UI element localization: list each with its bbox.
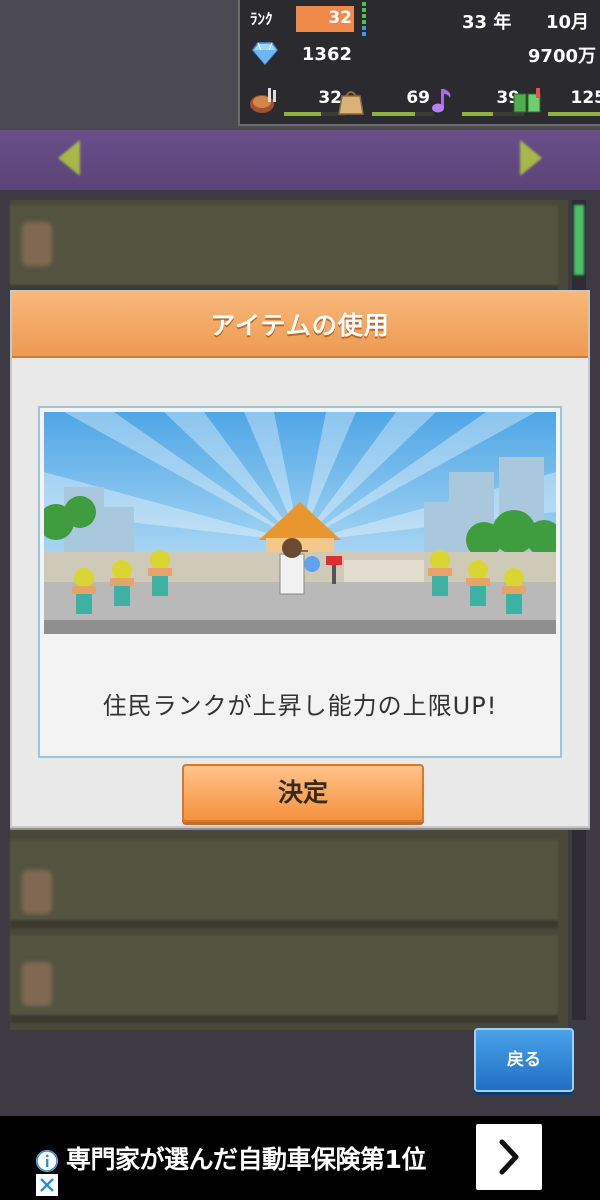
stat-bar-fill [372,112,416,116]
gem-icon [252,42,278,66]
rank-label: ﾗﾝｸ [250,10,273,28]
music-note-icon [432,89,451,113]
month-label: 10月 [546,12,590,33]
scrollbar-thumb [574,205,584,275]
prev-arrow-icon [58,140,80,176]
rank-progress-icon [362,2,368,38]
chevron-right-icon [499,1139,519,1175]
dialog-content: 住民ランクが上昇し能力の上限UP! [38,406,562,758]
stat-bar [548,112,600,116]
list-item [10,205,558,293]
stat-value: 69 [406,88,430,108]
dialog-header: アイテムの使用 [12,292,588,358]
character-icon [22,222,52,266]
dialog-message: 住民ランクが上昇し能力の上限UP! [102,692,498,720]
year-label: 33 年 [462,12,512,33]
back-button-label: 戻る [507,1050,541,1070]
dialog-title: アイテムの使用 [210,311,390,340]
stat-value: 39 [496,88,520,108]
stat-value: 125 [570,88,600,108]
stat-value: 32 [318,88,342,108]
stat-bar-fill [548,112,600,116]
item-use-dialog: アイテムの使用 住民ランクが上昇し能力の上限UP! 決定 [10,290,590,828]
ad-text[interactable]: 専門家が選んだ自動車保険第1位 [66,1140,426,1176]
list-item [10,840,558,928]
book-icon [513,88,541,113]
stats-row: 32 69 39 125 [240,84,600,124]
stat-bar-fill [462,112,493,116]
stat-bar [372,112,434,116]
food-icon [250,88,276,113]
gem-count: 1362 [301,44,352,65]
next-arrow-icon [520,140,542,176]
ad-open-button[interactable] [476,1124,542,1190]
character-icon [22,962,52,1006]
confirm-button[interactable]: 決定 [182,764,424,822]
character-icon [22,870,52,914]
stat-bar-fill [284,112,322,116]
money-amount: 9700万 [527,46,596,67]
rank-value: 32 [328,8,352,28]
info-icon[interactable] [36,1150,58,1172]
bag-icon [338,91,364,115]
ad-close-icon[interactable] [36,1174,58,1196]
confirm-button-label: 決定 [277,778,328,807]
category-bar [0,130,600,190]
back-button[interactable]: 戻る [474,1028,574,1092]
list-item [10,935,558,1023]
celebration-scene-image [44,412,556,634]
status-panel: ﾗﾝｸ 32 33 年 10月 1362 9700万 32 69 39 12 [238,0,600,126]
ad-banner[interactable]: 専門家が選んだ自動車保険第1位 [0,1116,600,1200]
